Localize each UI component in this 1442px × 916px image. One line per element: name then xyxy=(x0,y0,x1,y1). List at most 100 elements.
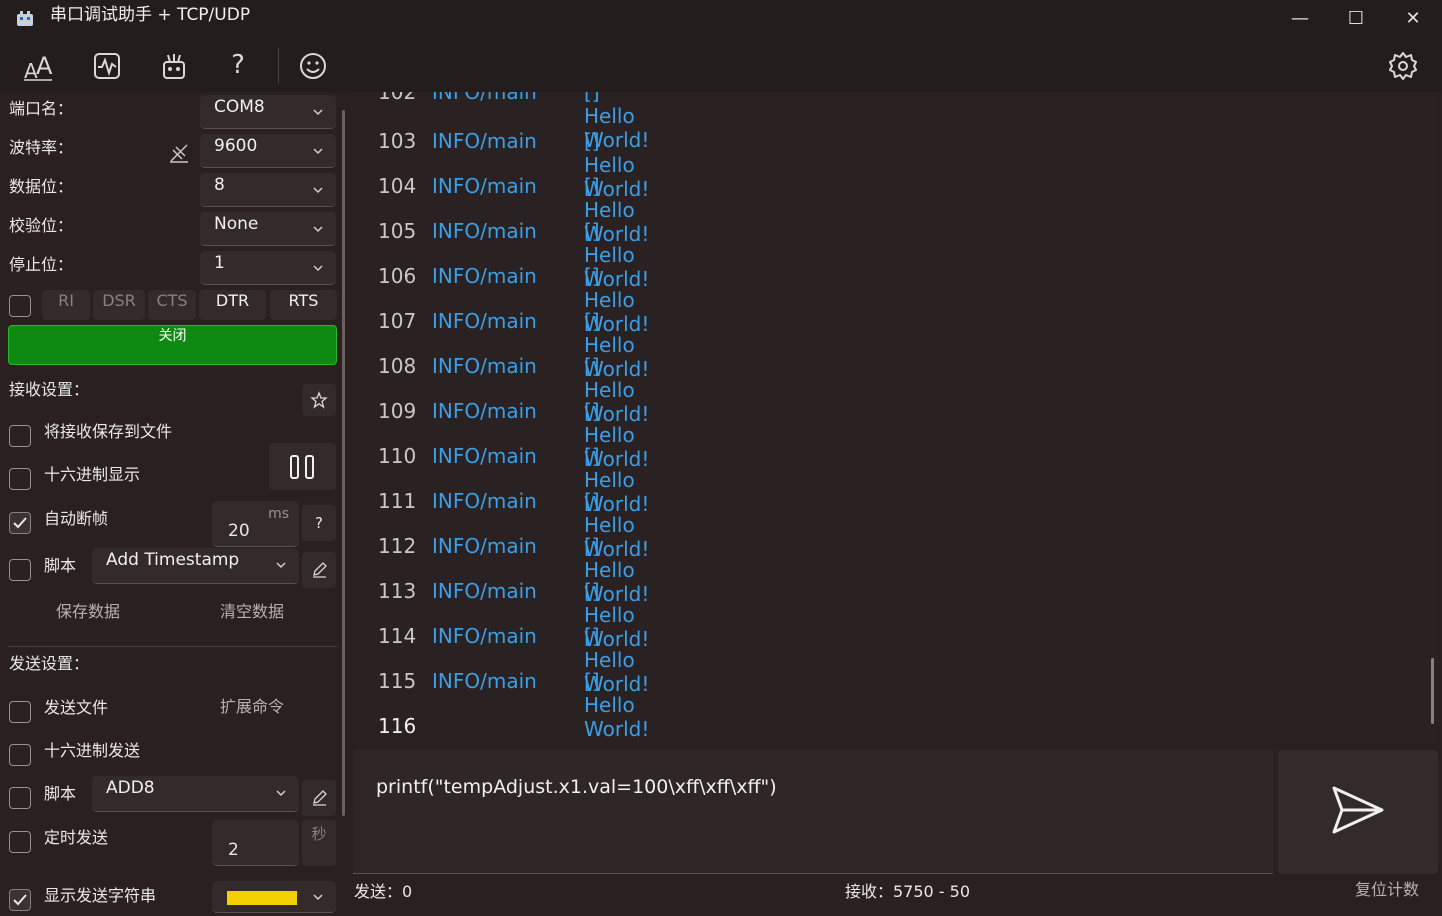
receive-script-select[interactable]: Add Timestamp xyxy=(92,548,299,584)
send-button[interactable] xyxy=(1278,750,1438,874)
line-number: 114 xyxy=(378,624,417,648)
help-icon[interactable]: ? xyxy=(226,50,250,80)
extend-command-button[interactable]: 扩展命令 xyxy=(220,693,284,717)
chevron-down-icon xyxy=(313,109,323,116)
sent-count: 发送：0 xyxy=(354,882,413,901)
plugin-icon[interactable] xyxy=(158,50,190,82)
edit-receive-script-button[interactable] xyxy=(302,552,336,588)
log-tag: INFO/main xyxy=(432,129,537,153)
waveform-icon[interactable] xyxy=(91,50,123,82)
send-script-select[interactable]: ADD8 xyxy=(92,776,299,812)
port-label: 端口名： xyxy=(9,99,74,118)
pause-icon xyxy=(290,455,314,479)
line-number: 109 xyxy=(378,399,417,423)
app-icon xyxy=(17,11,33,26)
chevron-down-icon xyxy=(313,226,323,233)
receive-script-value: Add Timestamp xyxy=(106,550,240,570)
dsr-button[interactable]: DSR xyxy=(93,290,145,320)
rts-button[interactable]: RTS xyxy=(270,290,337,320)
line-number: 105 xyxy=(378,219,417,243)
auto-frame-checkbox[interactable] xyxy=(9,512,31,534)
stopbits-value: 1 xyxy=(214,253,225,273)
line-number: 104 xyxy=(378,174,417,198)
cts-button[interactable]: CTS xyxy=(148,290,196,320)
smiley-icon[interactable] xyxy=(297,50,329,82)
reset-count-button[interactable]: 复位计数 xyxy=(1355,876,1419,900)
frame-help-button[interactable]: ? xyxy=(302,505,336,541)
parity-select[interactable]: None xyxy=(200,212,336,246)
signals-checkbox[interactable] xyxy=(9,295,31,317)
send-script-checkbox[interactable] xyxy=(9,787,31,809)
databits-label: 数据位： xyxy=(9,177,74,196)
save-data-button[interactable]: 保存数据 xyxy=(56,598,120,622)
settings-icon[interactable] xyxy=(1387,50,1419,82)
show-send-string-checkbox[interactable] xyxy=(9,889,31,911)
frame-interval-unit: ms xyxy=(268,506,289,522)
timed-send-label: 定时发送 xyxy=(44,828,109,847)
hex-display-label: 十六进制显示 xyxy=(44,465,141,484)
log-tag: INFO/main xyxy=(432,669,537,693)
log-tag: INFO/main xyxy=(432,264,537,288)
minimize-button[interactable]: — xyxy=(1282,6,1318,32)
line-number: 115 xyxy=(378,669,417,693)
favorite-button[interactable] xyxy=(302,384,336,416)
log-tag: INFO/main xyxy=(432,579,537,603)
line-number: 106 xyxy=(378,264,417,288)
pause-button[interactable] xyxy=(269,443,336,490)
hex-send-checkbox[interactable] xyxy=(9,744,31,766)
send-section-label: 发送设置： xyxy=(9,654,90,673)
save-to-file-checkbox[interactable] xyxy=(9,425,31,447)
timed-interval-input[interactable]: 2 xyxy=(212,820,299,866)
line-number: 108 xyxy=(378,354,417,378)
dtr-button[interactable]: DTR xyxy=(199,290,266,320)
svg-text:A: A xyxy=(36,52,53,80)
send-file-label: 发送文件 xyxy=(44,698,109,717)
satellite-icon[interactable] xyxy=(168,142,190,164)
section-divider xyxy=(8,646,337,647)
receive-section-label: 接收设置： xyxy=(9,380,90,399)
log-tag: INFO/main xyxy=(432,444,537,468)
frame-interval-input[interactable]: 20 ms xyxy=(212,501,299,547)
chevron-down-icon xyxy=(276,790,286,797)
chevron-down-icon xyxy=(313,265,323,272)
receive-log[interactable]: 102 INFO/main [] Hello World! 103 INFO/ma… xyxy=(353,92,1438,744)
log-tag: INFO/main xyxy=(432,354,537,378)
chevron-down-icon xyxy=(313,187,323,194)
log-tag: INFO/main xyxy=(432,92,537,104)
baud-label: 波特率： xyxy=(9,138,74,157)
toolbar-separator xyxy=(278,48,279,84)
baud-value: 9600 xyxy=(214,136,258,156)
send-file-checkbox[interactable] xyxy=(9,701,31,723)
log-tag: INFO/main xyxy=(432,624,537,648)
baud-select[interactable]: 9600 xyxy=(200,134,336,168)
maximize-button[interactable]: ☐ xyxy=(1338,6,1374,32)
line-number: 110 xyxy=(378,444,417,468)
left-panel-scrollbar[interactable] xyxy=(342,110,345,816)
ri-button[interactable]: RI xyxy=(42,290,90,320)
line-number: 103 xyxy=(378,129,417,153)
send-color-picker[interactable] xyxy=(212,881,336,913)
send-input[interactable]: printf("tempAdjust.x1.val=100\xff\xff\xf… xyxy=(353,750,1273,874)
clear-data-button[interactable]: 清空数据 xyxy=(220,598,284,622)
edit-send-script-button[interactable] xyxy=(302,780,336,816)
port-select[interactable]: COM8 xyxy=(200,95,336,129)
star-icon xyxy=(310,391,328,409)
log-message: [] Hello World! xyxy=(584,669,650,741)
show-send-string-label: 显示发送字符串 xyxy=(44,886,157,905)
close-button[interactable]: ✕ xyxy=(1395,6,1431,32)
timed-send-checkbox[interactable] xyxy=(9,831,31,853)
pencil-icon xyxy=(313,562,327,578)
log-scrollbar[interactable] xyxy=(1431,658,1434,724)
font-icon[interactable]: A A xyxy=(22,50,54,82)
parity-value: None xyxy=(214,214,259,234)
line-number: 107 xyxy=(378,309,417,333)
log-tag: INFO/main xyxy=(432,219,537,243)
receive-script-checkbox[interactable] xyxy=(9,559,31,581)
hex-display-checkbox[interactable] xyxy=(9,468,31,490)
log-tag: INFO/main xyxy=(432,399,537,423)
databits-select[interactable]: 8 xyxy=(200,173,336,207)
send-input-text: printf("tempAdjust.x1.val=100\xff\xff\xf… xyxy=(376,776,777,798)
line-number: 102 xyxy=(378,92,417,104)
stopbits-select[interactable]: 1 xyxy=(200,251,336,285)
open-close-port-button[interactable]: 关闭 xyxy=(8,325,337,365)
